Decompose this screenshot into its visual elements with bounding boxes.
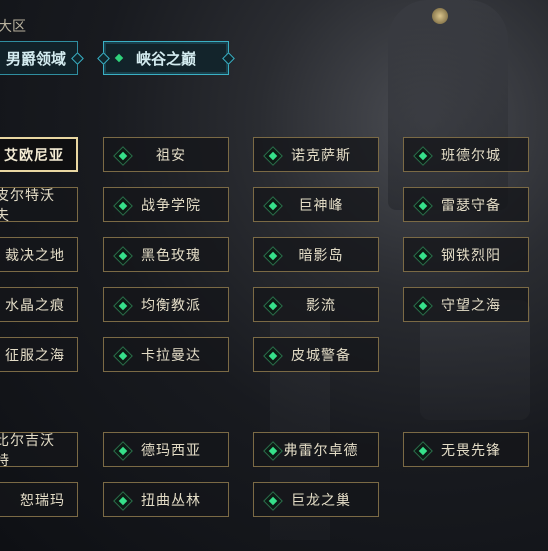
server-button[interactable]: 比尔吉沃特 bbox=[0, 432, 78, 469]
green-diamond-icon bbox=[114, 53, 124, 63]
green-diamond-icon bbox=[413, 440, 433, 461]
green-diamond-icon bbox=[113, 490, 133, 511]
green-diamond-icon bbox=[263, 195, 283, 216]
tab-rift-summit[interactable]: 峡谷之巅 bbox=[97, 41, 235, 75]
statue-orb-icon bbox=[432, 8, 448, 24]
server-button[interactable]: 巨神峰 bbox=[253, 187, 379, 222]
server-label: 艾欧尼亚 bbox=[4, 147, 64, 164]
server-button[interactable]: 皮尔特沃夫 bbox=[0, 187, 78, 224]
server-label: 皮尔特沃夫 bbox=[0, 187, 55, 224]
green-diamond-icon bbox=[263, 345, 283, 366]
server-label: 诺克萨斯 bbox=[291, 147, 351, 164]
server-button[interactable]: 影流 bbox=[253, 287, 379, 322]
server-label: 巨神峰 bbox=[298, 197, 344, 214]
server-label: 征服之海 bbox=[5, 347, 65, 364]
tab-label: 男爵领域 bbox=[5, 49, 66, 68]
server-button[interactable]: 恕瑞玛 bbox=[0, 482, 78, 517]
server-label: 钢铁烈阳 bbox=[441, 247, 501, 264]
server-label: 均衡教派 bbox=[141, 297, 201, 314]
green-diamond-icon bbox=[263, 295, 283, 316]
server-label: 弗雷尔卓德 bbox=[283, 442, 359, 459]
server-label: 水晶之痕 bbox=[5, 297, 65, 314]
server-label: 班德尔城 bbox=[441, 147, 501, 164]
server-label: 守望之海 bbox=[441, 297, 501, 314]
server-label: 卡拉曼达 bbox=[141, 347, 201, 364]
server-button[interactable]: 无畏先锋 bbox=[403, 432, 529, 467]
server-button[interactable]: 巨龙之巢 bbox=[253, 482, 379, 517]
green-diamond-icon bbox=[263, 490, 283, 511]
green-diamond-icon bbox=[113, 295, 133, 316]
server-label: 祖安 bbox=[156, 147, 186, 164]
server-label: 影流 bbox=[306, 297, 336, 314]
server-label: 扭曲丛林 bbox=[141, 492, 201, 509]
server-button[interactable]: 卡拉曼达 bbox=[103, 337, 229, 372]
server-button[interactable]: 德玛西亚 bbox=[103, 432, 229, 467]
server-label: 皮城警备 bbox=[291, 347, 351, 364]
tab-baron-realm[interactable]: 男爵领域 bbox=[0, 41, 84, 75]
server-label: 雷瑟守备 bbox=[441, 197, 501, 214]
server-button[interactable]: 诺克萨斯 bbox=[253, 137, 379, 172]
server-button[interactable]: 裁决之地 bbox=[0, 237, 78, 272]
server-label: 战争学院 bbox=[141, 197, 201, 214]
server-label: 恕瑞玛 bbox=[20, 492, 65, 509]
server-label: 黑色玫瑰 bbox=[141, 247, 201, 264]
green-diamond-icon bbox=[113, 440, 133, 461]
background-scenery bbox=[0, 0, 548, 551]
green-diamond-icon bbox=[113, 145, 133, 166]
green-diamond-icon bbox=[263, 145, 283, 166]
green-diamond-icon bbox=[413, 195, 433, 216]
server-button[interactable]: 暗影岛 bbox=[253, 237, 379, 272]
green-diamond-icon bbox=[113, 195, 133, 216]
tab-label: 峡谷之巅 bbox=[135, 49, 196, 68]
server-button[interactable]: 班德尔城 bbox=[403, 137, 529, 172]
statue-shape bbox=[388, 0, 508, 210]
server-button[interactable]: 雷瑟守备 bbox=[403, 187, 529, 222]
region-label: 大区 bbox=[0, 19, 26, 35]
server-label: 暗影岛 bbox=[298, 247, 344, 264]
server-label: 裁决之地 bbox=[5, 247, 65, 264]
server-button[interactable]: 征服之海 bbox=[0, 337, 78, 372]
server-button[interactable]: 战争学院 bbox=[103, 187, 229, 222]
server-button[interactable]: 皮城警备 bbox=[253, 337, 379, 372]
server-label: 德玛西亚 bbox=[141, 442, 201, 459]
server-button[interactable]: 弗雷尔卓德 bbox=[253, 432, 379, 467]
server-button[interactable]: 水晶之痕 bbox=[0, 287, 78, 322]
server-label: 无畏先锋 bbox=[441, 442, 501, 459]
server-label: 比尔吉沃特 bbox=[0, 432, 55, 469]
server-button[interactable]: 扭曲丛林 bbox=[103, 482, 229, 517]
green-diamond-icon bbox=[413, 145, 433, 166]
green-diamond-icon bbox=[413, 295, 433, 316]
server-button[interactable]: 钢铁烈阳 bbox=[403, 237, 529, 272]
green-diamond-icon bbox=[113, 245, 133, 266]
server-button[interactable]: 黑色玫瑰 bbox=[103, 237, 229, 272]
server-button[interactable]: 均衡教派 bbox=[103, 287, 229, 322]
diamond-icon bbox=[222, 52, 235, 65]
server-button[interactable]: 艾欧尼亚 bbox=[0, 137, 78, 172]
green-diamond-icon bbox=[263, 245, 283, 266]
diamond-icon bbox=[71, 52, 84, 65]
diamond-icon bbox=[97, 52, 110, 65]
green-diamond-icon bbox=[113, 345, 133, 366]
server-button[interactable]: 守望之海 bbox=[403, 287, 529, 322]
server-label: 巨龙之巢 bbox=[291, 492, 351, 509]
server-button[interactable]: 祖安 bbox=[103, 137, 229, 172]
green-diamond-icon bbox=[413, 245, 433, 266]
